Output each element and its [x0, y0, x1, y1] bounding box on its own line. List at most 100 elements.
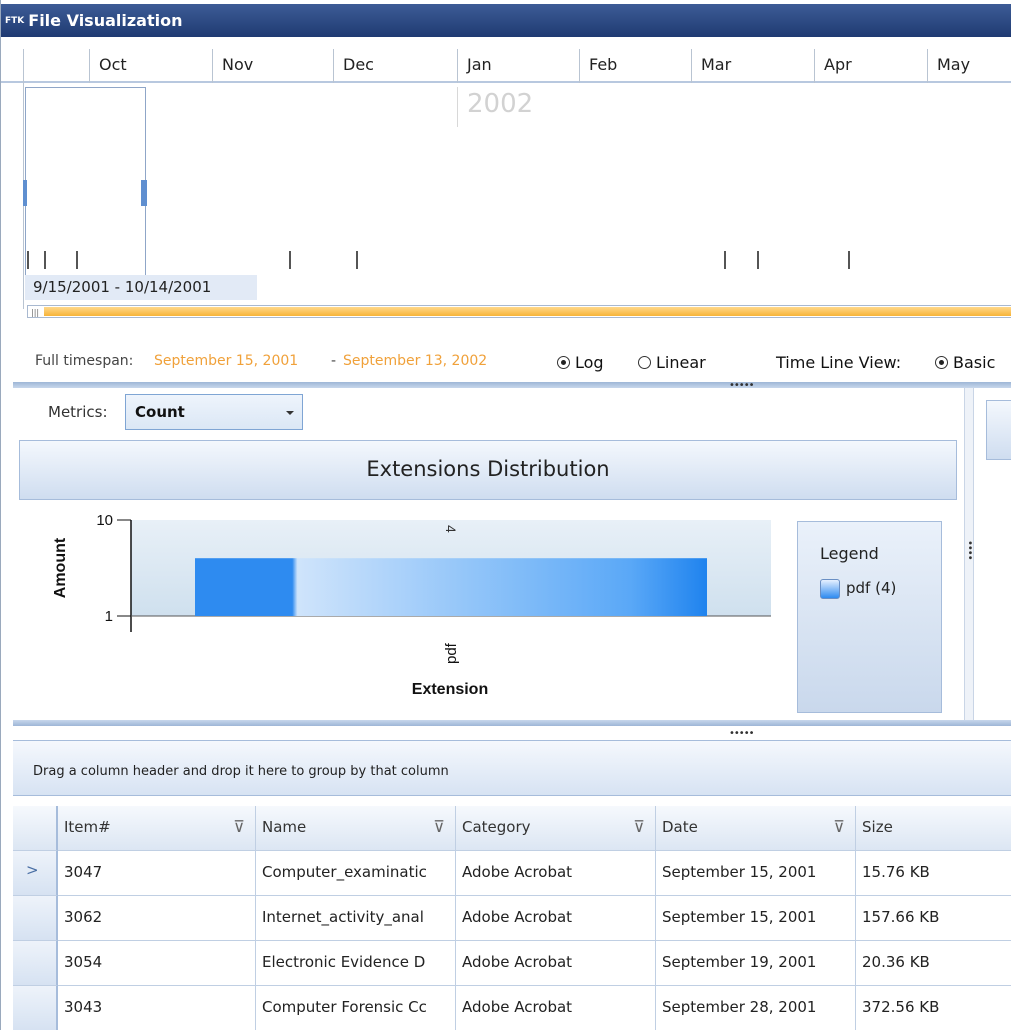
timeline-left-rule: [23, 49, 24, 309]
column-header-label[interactable]: Name: [262, 818, 306, 836]
basic-radio[interactable]: Basic: [935, 353, 995, 372]
cell-date[interactable]: September 28, 2001: [656, 986, 856, 1030]
log-radio-label[interactable]: Log: [575, 353, 604, 372]
event-tick[interactable]: [724, 251, 726, 269]
panel-splitter-bottom[interactable]: [13, 720, 1011, 726]
timeline-scroll-thumb[interactable]: [44, 307, 1011, 316]
column-header-label[interactable]: Item#: [64, 818, 111, 836]
filter-icon[interactable]: ⊽: [633, 817, 645, 836]
month-label: Dec: [343, 55, 374, 74]
month-divider: [927, 49, 928, 83]
cell-size[interactable]: 20.36 KB: [856, 941, 1011, 986]
row-indicator[interactable]: >: [13, 851, 58, 896]
selection-right-handle[interactable]: [141, 180, 147, 206]
filter-icon[interactable]: ⊽: [233, 817, 245, 836]
column-header-item[interactable]: Item# ⊽: [58, 806, 256, 851]
month-divider: [333, 49, 334, 83]
cell-size[interactable]: 15.76 KB: [856, 851, 1011, 896]
event-tick[interactable]: [848, 251, 850, 269]
table-row[interactable]: 3054 Electronic Evidence D Adobe Acrobat…: [13, 941, 1011, 986]
timeline-scrollbar[interactable]: |||: [27, 305, 1011, 318]
basic-radio-label[interactable]: Basic: [953, 353, 995, 372]
radio-checked-icon[interactable]: [557, 356, 570, 369]
month-label: Feb: [589, 55, 618, 74]
cell-item[interactable]: 3062: [58, 896, 256, 941]
cell-name[interactable]: Computer_examinatic: [256, 851, 456, 896]
scroll-grip-icon[interactable]: |||: [31, 308, 39, 317]
event-tick[interactable]: [757, 251, 759, 269]
legend-swatch[interactable]: [820, 579, 840, 599]
event-tick[interactable]: [356, 251, 358, 269]
month-label: Mar: [701, 55, 732, 74]
event-tick[interactable]: [289, 251, 291, 269]
chevron-down-icon[interactable]: [286, 411, 294, 415]
month-label: May: [937, 55, 971, 74]
month-divider: [691, 49, 692, 83]
right-collapsed-panel: [974, 388, 1011, 721]
column-header-category[interactable]: Category ⊽: [456, 806, 656, 851]
timespan-start: September 15, 2001: [154, 353, 299, 369]
row-indicator[interactable]: [13, 986, 58, 1030]
log-radio[interactable]: Log: [557, 353, 604, 372]
event-tick[interactable]: [76, 251, 78, 269]
event-tick[interactable]: [27, 251, 29, 269]
timeline-panel[interactable]: Oct Nov Dec Jan Feb Mar Apr May 2002 9/1…: [1, 37, 1011, 327]
selection-left-handle[interactable]: [23, 180, 27, 206]
extensions-bar-chart: 10 1 4 pdf Amount Extension: [52, 512, 771, 698]
column-header-date[interactable]: Date ⊽: [656, 806, 856, 851]
cell-date[interactable]: September 15, 2001: [656, 896, 856, 941]
radio-checked-icon[interactable]: [935, 356, 948, 369]
table-row[interactable]: > 3047 Computer_examinatic Adobe Acrobat…: [13, 851, 1011, 896]
splitter-grip-icon[interactable]: •••••: [729, 728, 754, 739]
column-header-label[interactable]: Size: [862, 818, 893, 836]
filter-icon[interactable]: ⊽: [433, 817, 445, 836]
file-visualization-window: FTK File Visualization Oct Nov Dec Jan F…: [0, 0, 1011, 1030]
cell-item[interactable]: 3054: [58, 941, 256, 986]
cell-name[interactable]: Computer Forensic Cc: [256, 986, 456, 1030]
filter-icon[interactable]: ⊽: [833, 817, 845, 836]
metrics-dropdown[interactable]: Count: [125, 394, 303, 430]
month-divider: [89, 49, 90, 83]
group-by-panel[interactable]: Drag a column header and drop it here to…: [13, 740, 1011, 796]
month-divider: [457, 49, 458, 83]
table-row[interactable]: 3043 Computer Forensic Cc Adobe Acrobat …: [13, 986, 1011, 1030]
cell-name[interactable]: Electronic Evidence D: [256, 941, 456, 986]
month-label: Jan: [467, 55, 492, 74]
right-panel-header[interactable]: [986, 400, 1011, 460]
chart-title-bar: Extensions Distribution: [19, 440, 957, 500]
column-header-name[interactable]: Name ⊽: [256, 806, 456, 851]
column-header-size[interactable]: Size: [856, 806, 1011, 851]
cell-size[interactable]: 372.56 KB: [856, 986, 1011, 1030]
column-header-label[interactable]: Date: [662, 818, 698, 836]
cell-item[interactable]: 3043: [58, 986, 256, 1030]
linear-radio-label[interactable]: Linear: [656, 353, 706, 372]
cell-category[interactable]: Adobe Acrobat: [456, 941, 656, 986]
radio-unchecked-icon[interactable]: [638, 356, 651, 369]
table-row[interactable]: 3062 Internet_activity_anal Adobe Acroba…: [13, 896, 1011, 941]
bar-pdf[interactable]: [195, 558, 707, 616]
legend-title: Legend: [820, 544, 879, 563]
window-title: File Visualization: [28, 11, 183, 30]
timespan-end: September 13, 2002: [343, 353, 488, 369]
cell-category[interactable]: Adobe Acrobat: [456, 896, 656, 941]
cell-name[interactable]: Internet_activity_anal: [256, 896, 456, 941]
timeline-options: Full timespan: September 15, 2001 - Sept…: [1, 345, 1011, 375]
legend-item-pdf[interactable]: pdf (4): [846, 579, 896, 597]
event-tick[interactable]: [44, 251, 46, 269]
cell-date[interactable]: September 19, 2001: [656, 941, 856, 986]
x-tick-label: pdf: [443, 642, 460, 664]
metrics-selected-value[interactable]: Count: [135, 403, 185, 421]
column-header-label[interactable]: Category: [462, 818, 531, 836]
cell-item[interactable]: 3047: [58, 851, 256, 896]
cell-date[interactable]: September 15, 2001: [656, 851, 856, 896]
year-divider: [457, 87, 458, 127]
chart-legend: Legend pdf (4): [797, 521, 942, 713]
cell-category[interactable]: Adobe Acrobat: [456, 851, 656, 896]
month-divider: [579, 49, 580, 83]
row-indicator[interactable]: [13, 941, 58, 986]
linear-radio[interactable]: Linear: [638, 353, 706, 372]
group-by-hint: Drag a column header and drop it here to…: [33, 764, 449, 779]
row-indicator[interactable]: [13, 896, 58, 941]
cell-category[interactable]: Adobe Acrobat: [456, 986, 656, 1030]
cell-size[interactable]: 157.66 KB: [856, 896, 1011, 941]
